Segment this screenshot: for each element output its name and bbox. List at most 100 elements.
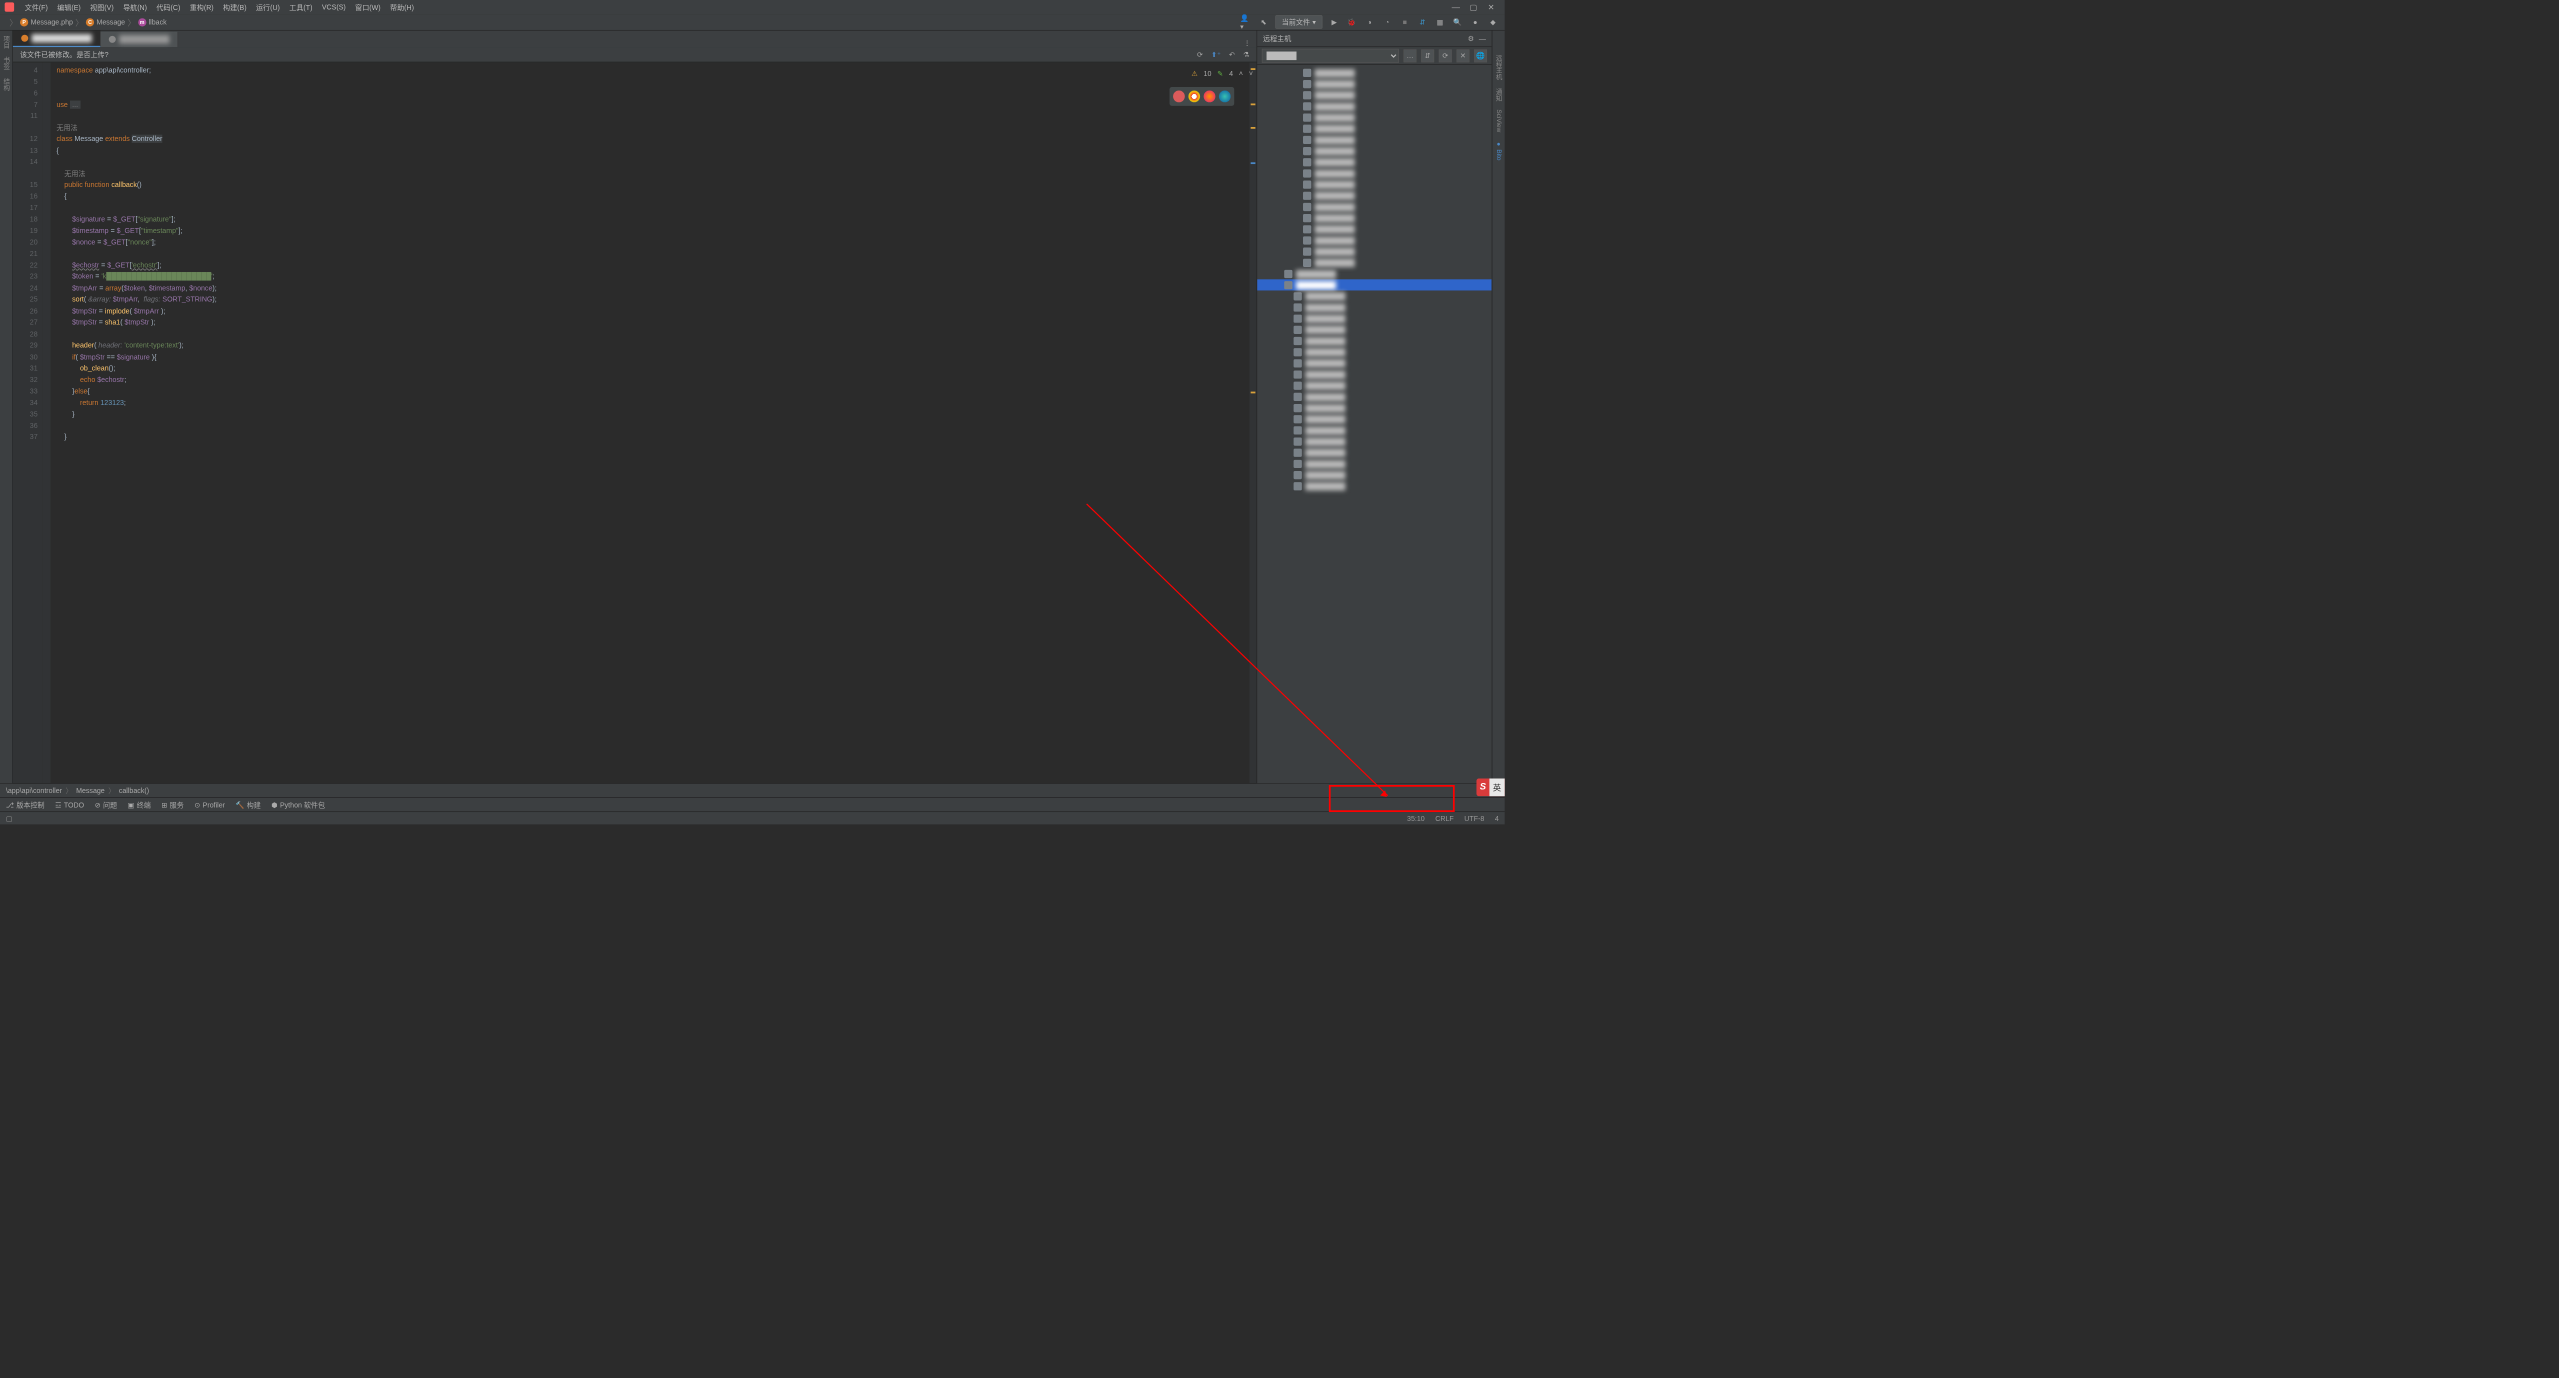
tool-build[interactable]: 🔨构建 bbox=[236, 800, 261, 810]
editor-breadcrumb[interactable]: \app\api\controller 〉 Message 〉 callback… bbox=[0, 783, 1505, 797]
tree-item[interactable]: ████████ bbox=[1257, 313, 1492, 324]
tree-item[interactable]: ████████ bbox=[1257, 134, 1492, 145]
tree-item[interactable]: ████████ bbox=[1257, 235, 1492, 246]
tree-item[interactable]: ████████ bbox=[1257, 145, 1492, 156]
path-button[interactable]: … bbox=[1404, 49, 1417, 62]
tree-item[interactable]: ████████ bbox=[1257, 212, 1492, 223]
build-hammer-icon[interactable]: ⬉ bbox=[1258, 16, 1270, 28]
hide-icon[interactable]: — bbox=[1479, 34, 1486, 42]
profile-icon[interactable]: ◔ bbox=[1381, 16, 1393, 28]
menu-refactor[interactable]: 重构(R) bbox=[185, 2, 218, 12]
tree-item[interactable]: ████████ bbox=[1257, 469, 1492, 480]
user-icon[interactable]: 👤▾ bbox=[1240, 16, 1252, 28]
minimize-icon[interactable]: — bbox=[1447, 2, 1465, 11]
tree-item[interactable]: ████████ bbox=[1257, 335, 1492, 346]
undo-icon[interactable]: ↶ bbox=[1229, 50, 1235, 58]
tab-active[interactable]: ████████████ bbox=[13, 31, 101, 47]
menu-file[interactable]: 文件(F) bbox=[20, 2, 53, 12]
maximize-icon[interactable]: ▢ bbox=[1465, 2, 1483, 12]
status-encoding[interactable]: UTF-8 bbox=[1464, 814, 1484, 822]
tool-structure[interactable]: 结构 bbox=[1, 78, 10, 91]
tree-item[interactable]: ████████ bbox=[1257, 201, 1492, 212]
menu-tools[interactable]: 工具(T) bbox=[285, 2, 318, 12]
debug-icon[interactable]: 🐞 bbox=[1346, 16, 1358, 28]
tree-item[interactable]: ████████ bbox=[1257, 101, 1492, 112]
tool-notify[interactable]: 通知 bbox=[1494, 88, 1503, 101]
tool-bookmarks[interactable]: 书签 bbox=[1, 56, 10, 69]
tree-item[interactable]: ████████ bbox=[1257, 156, 1492, 167]
tree-item[interactable]: ████████ bbox=[1257, 425, 1492, 436]
gear-icon[interactable]: ⚙ bbox=[1468, 34, 1474, 42]
refresh-icon[interactable]: ⟳ bbox=[1439, 49, 1452, 62]
tree-item[interactable]: ████████ bbox=[1257, 369, 1492, 380]
stop-icon[interactable]: ■ bbox=[1399, 16, 1411, 28]
disconnect-icon[interactable]: ✕ bbox=[1456, 49, 1469, 62]
tool-project[interactable]: 项目 bbox=[1, 35, 10, 48]
menu-vcs[interactable]: VCS(S) bbox=[317, 3, 350, 11]
tree-item[interactable]: ████████ bbox=[1257, 402, 1492, 413]
remote-server-select[interactable]: ██████ bbox=[1262, 49, 1399, 63]
tree-item[interactable]: ████████ bbox=[1257, 112, 1492, 123]
tool-problems[interactable]: ⊘问题 bbox=[95, 800, 117, 810]
run-config-selector[interactable]: 当前文件 ▾ bbox=[1275, 15, 1322, 29]
inspection-widget[interactable]: ⚠10 ✎4 ˄ ˅ bbox=[1187, 67, 1258, 80]
refresh-icon[interactable]: ⟳ bbox=[1197, 50, 1203, 58]
tree-item[interactable]: ████████ bbox=[1257, 290, 1492, 301]
menu-help[interactable]: 帮助(H) bbox=[385, 2, 418, 12]
git-update-icon[interactable]: ⇵ bbox=[1416, 16, 1428, 28]
tree-item[interactable]: ████████ bbox=[1257, 78, 1492, 89]
menu-build[interactable]: 构建(B) bbox=[218, 2, 251, 12]
tree-item[interactable]: ████████ bbox=[1257, 279, 1492, 290]
layout-icon[interactable]: ▦ bbox=[1434, 16, 1446, 28]
crumb-class[interactable]: Message bbox=[76, 786, 105, 794]
tree-item[interactable]: ████████ bbox=[1257, 436, 1492, 447]
tab-overflow-icon[interactable]: ⋮ bbox=[1238, 39, 1257, 47]
marker-strip[interactable] bbox=[1250, 62, 1257, 783]
chrome-icon[interactable] bbox=[1188, 91, 1200, 103]
status-corner-icon[interactable]: ▢ bbox=[6, 814, 13, 822]
filter-icon[interactable]: ⇵ bbox=[1421, 49, 1434, 62]
tab-inactive[interactable]: ██████████ bbox=[101, 32, 179, 47]
tree-item[interactable]: ████████ bbox=[1257, 123, 1492, 134]
tree-item[interactable]: ████████ bbox=[1257, 179, 1492, 190]
tree-item[interactable]: ████████ bbox=[1257, 480, 1492, 491]
crumb-method[interactable]: callback() bbox=[119, 786, 149, 794]
fold-strip[interactable] bbox=[42, 62, 50, 783]
ime-indicator[interactable]: S 英 bbox=[1476, 779, 1504, 797]
tree-item[interactable]: ████████ bbox=[1257, 223, 1492, 234]
tree-item[interactable]: ████████ bbox=[1257, 89, 1492, 100]
code-editor[interactable]: 4567111213141516171819202122232425262728… bbox=[13, 62, 1257, 783]
tree-item[interactable]: ████████ bbox=[1257, 391, 1492, 402]
chevron-up-icon[interactable]: ˄ bbox=[1239, 69, 1243, 77]
menu-view[interactable]: 视图(V) bbox=[85, 2, 118, 12]
tool-todo[interactable]: ☲TODO bbox=[55, 801, 84, 809]
breadcrumb[interactable]: 〉 P Message.php 〉 C Message 〉 m llback bbox=[6, 16, 170, 28]
chevron-down-icon[interactable]: ˅ bbox=[1249, 69, 1253, 77]
close-icon[interactable]: ✕ bbox=[1482, 2, 1500, 12]
tree-item[interactable]: ████████ bbox=[1257, 346, 1492, 357]
code-area[interactable]: namespace app\api\controller; use ... 无用… bbox=[51, 62, 1250, 783]
crumb-path[interactable]: \app\api\controller bbox=[6, 786, 62, 794]
tool-vcs[interactable]: ⎇版本控制 bbox=[6, 800, 45, 810]
tool-sciview[interactable]: SciView bbox=[1495, 109, 1502, 132]
remote-tree[interactable]: ████████████████████████████████████████… bbox=[1257, 65, 1492, 784]
run-icon[interactable]: ▶ bbox=[1328, 16, 1340, 28]
edge-icon[interactable] bbox=[1219, 91, 1231, 103]
search-icon[interactable]: 🔍 bbox=[1452, 16, 1464, 28]
status-indent[interactable]: 4 bbox=[1495, 814, 1499, 822]
tool-services[interactable]: ⊞服务 bbox=[161, 800, 183, 810]
phpstorm-icon[interactable] bbox=[1173, 91, 1185, 103]
firefox-icon[interactable] bbox=[1204, 91, 1216, 103]
tree-item[interactable]: ████████ bbox=[1257, 268, 1492, 279]
tool-profiler[interactable]: ⊙Profiler bbox=[194, 801, 225, 809]
tree-item[interactable]: ████████ bbox=[1257, 447, 1492, 458]
tree-item[interactable]: ████████ bbox=[1257, 324, 1492, 335]
space-icon[interactable]: ◆ bbox=[1487, 16, 1499, 28]
tree-item[interactable]: ████████ bbox=[1257, 380, 1492, 391]
menu-navigate[interactable]: 导航(N) bbox=[118, 2, 151, 12]
tree-item[interactable]: ████████ bbox=[1257, 302, 1492, 313]
tree-item[interactable]: ████████ bbox=[1257, 246, 1492, 257]
tool-bito[interactable]: ● Bito bbox=[1495, 140, 1502, 160]
tree-item[interactable]: ████████ bbox=[1257, 413, 1492, 424]
coverage-icon[interactable]: ◑ bbox=[1364, 16, 1376, 28]
